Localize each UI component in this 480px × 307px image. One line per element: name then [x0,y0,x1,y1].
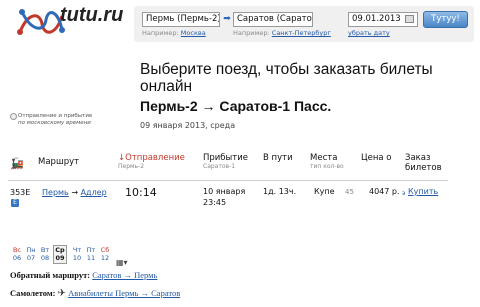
header-departure-sub: Пермь-2 [118,163,145,170]
calendar-day[interactable]: Пт 11 [84,246,98,262]
from-hint-prefix: Например: [142,29,179,37]
from-hint-link[interactable]: Москва [181,29,206,37]
to-hint-prefix: Например: [233,29,270,37]
date-hint: убрать дату [348,29,390,37]
logo-text[interactable]: tutu.ru [60,4,123,27]
table-divider [8,180,448,181]
calendar-date: 07 [26,254,36,262]
buy-link[interactable]: Купить [408,187,438,196]
to-station-input[interactable]: Саратов (Саратов-1) [233,12,313,27]
train-icon: 🚂 [10,157,24,170]
route-heading: Пермь-2 → Саратов-1 Пасс. [140,98,332,114]
header-price[interactable]: Цена о [361,153,392,163]
from-station-input[interactable]: Пермь (Пермь-2) [142,12,220,27]
return-route-label: Обратный маршрут: [10,270,91,280]
header-departure[interactable]: ↓Отправление Пермь-2 [118,153,185,171]
calendar-day[interactable]: Сб 12 [98,246,112,262]
from-hint: Например: Москва [142,29,206,37]
calendar-date: 10 [72,254,82,262]
calendar-day[interactable]: Вс 06 [10,246,24,262]
calendar-weekday: Сб [100,246,110,254]
timezone-note: Отправление и прибытие по московскому вр… [18,113,108,127]
arrival-time: 23:45 [203,198,227,207]
calendar-day-selected[interactable]: Ср 09 [53,245,67,264]
plane-icon: ✈ [57,288,67,299]
ticket-price: 4047 р. [369,187,400,196]
seat-count: 45 [345,188,354,196]
header-order-sub: билетов [405,163,442,173]
calendar-weekday: Вт [40,246,50,254]
header-arrival-label: Прибытие [203,153,248,163]
route-to-link[interactable]: Адлер [81,188,107,197]
calendar-day[interactable]: Пн 07 [24,246,38,262]
departure-time: 10:14 [125,186,157,199]
trip-duration: 1д. 13ч. [263,187,297,196]
plane-option: Самолетом: ✈ Авиабилеты Пермь → Саратов [10,288,180,299]
header-seats-label: Места [310,153,338,163]
page-title: Выберите поезд, чтобы заказать билеты он… [140,61,433,95]
header-route[interactable]: Маршрут [38,157,79,167]
route-arrow: → [71,188,79,197]
header-order: Заказ билетов [405,153,442,173]
calendar-day[interactable]: Чт 10 [70,246,84,262]
header-arrival[interactable]: Прибытие Саратов-1 [203,153,248,171]
header-arrival-sub: Саратов-1 [203,163,236,170]
header-seats[interactable]: Места тип кол-во [310,153,344,171]
calendar-date: 12 [100,254,110,262]
calendar-icon[interactable] [405,15,414,23]
swap-arrow-icon[interactable]: ➡ [222,13,232,25]
timezone-note-line2: по московскому времени [18,120,91,126]
calendar-weekday: Ср [55,246,65,254]
e-ticket-badge: Е [11,199,19,207]
calendar-date: 06 [12,254,22,262]
header-duration[interactable]: В пути [263,153,293,163]
train-route: Пермь → Адлер [42,188,107,197]
header-order-label: Заказ [405,153,431,163]
calendar-weekday: Вс [12,246,22,254]
header-seats-sub: тип кол-во [310,163,344,170]
calendar-weekday: Пт [86,246,96,254]
to-hint: Например: Санкт-Петербург [233,29,331,37]
search-button[interactable]: Тутуу! [423,11,468,28]
plane-label: Самолетом: [10,288,56,298]
flights-link[interactable]: Авиабилеты Пермь → Саратов [68,288,180,298]
calendar-weekday: Чт [72,246,82,254]
tutu-logo-icon[interactable] [14,2,66,42]
travel-date: 09 января 2013, среда [140,121,236,130]
calendar-date: 11 [86,254,96,262]
train-number[interactable]: 353Е [10,188,30,197]
to-hint-link[interactable]: Санкт-Петербург [272,29,331,37]
return-route-link[interactable]: Саратов → Пермь [92,270,157,280]
route-from-link[interactable]: Пермь [42,188,69,197]
header-departure-label: ↓Отправление [118,153,185,163]
seat-type: Купе [314,187,335,196]
e-registration-tag: э [402,190,406,197]
return-route: Обратный маршрут: Саратов → Пермь [10,270,157,280]
calendar-weekday: Пн [26,246,36,254]
calendar-dropdown-icon[interactable]: ▦▾ [116,258,128,267]
arrival-date: 10 января [203,187,246,196]
clear-date-link[interactable]: убрать дату [348,29,390,37]
calendar-day[interactable]: Вт 08 [38,246,52,262]
calendar-date: 08 [40,254,50,262]
calendar-date: 09 [55,254,65,262]
buy-link-label[interactable]: Купить [408,187,438,196]
timezone-note-line1: Отправление и прибытие [18,113,93,119]
clock-icon [10,113,17,120]
